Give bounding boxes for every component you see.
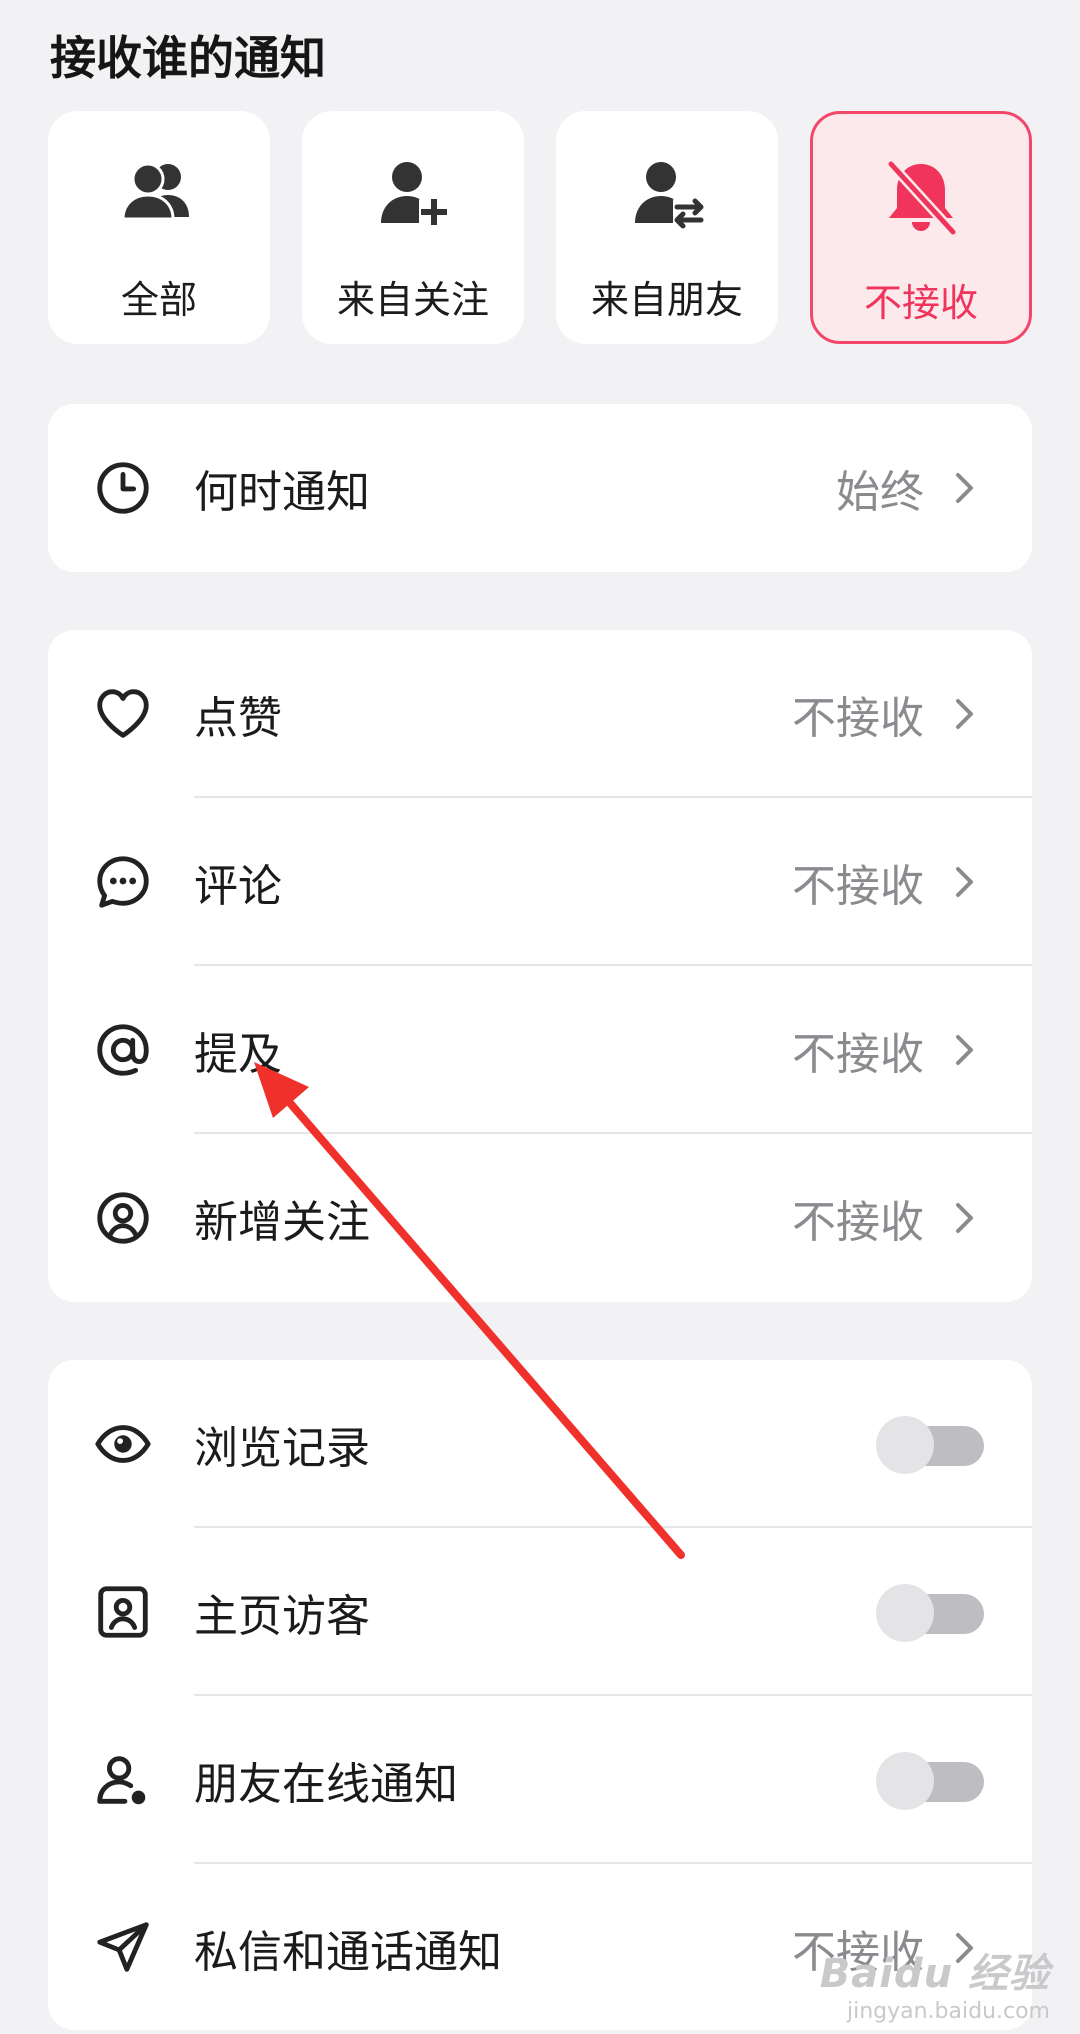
row-comments[interactable]: 评论 不接收 [48,798,1032,966]
watermark: Baidu 经验 jingyan.baidu.com [820,1941,1050,2024]
eye-icon [95,1425,151,1463]
row-label: 评论 [194,861,282,912]
row-value: 不接收 [792,693,924,744]
toggle-knob [876,1752,934,1810]
at-icon [97,1024,149,1076]
person-add-icon [381,162,449,227]
comment-icon [97,856,149,908]
option-all[interactable]: 全部 [48,111,270,344]
chevron-right-icon [956,473,973,503]
watermark-url: jingyan.baidu.com [846,1999,1050,2024]
browsing-history-toggle[interactable] [876,1414,984,1474]
row-label: 浏览记录 [194,1423,370,1474]
option-none[interactable]: 不接收 [810,111,1032,344]
row-label: 何时通知 [194,467,370,518]
row-friends-online: 朋友在线通知 [48,1696,1032,1864]
chevron-right-icon [956,867,973,897]
toggle-knob [876,1416,934,1474]
chevron-right-icon [956,699,973,729]
watermark-brand: Baidu 经验 [819,1951,1050,1997]
option-label: 不接收 [863,281,978,325]
row-browsing-history: 浏览记录 [48,1360,1032,1528]
row-value: 不接收 [792,861,924,912]
notify-types-card: 点赞 不接收 评论 不接收 提及 不接收 新增关注 不接收 [48,630,1032,1302]
row-when-notify[interactable]: 何时通知 始终 [48,404,1032,572]
row-value: 不接收 [792,1197,924,1248]
row-label: 提及 [194,1029,282,1080]
option-label: 来自朋友 [590,278,743,322]
row-label: 新增关注 [194,1197,370,1248]
group-icon [121,162,189,221]
option-friends[interactable]: 来自朋友 [556,111,778,344]
option-label: 来自关注 [336,278,489,322]
friends-online-toggle[interactable] [876,1750,984,1810]
row-likes[interactable]: 点赞 不接收 [48,630,1032,798]
privacy-card: 浏览记录 主页访客 朋友在线通知 私信和通话通知 不接收 [48,1360,1032,2030]
person-online-icon [97,1756,146,1805]
receive-from-options: 全部 来自关注 来自朋友 不接收 [48,111,1032,344]
heart-icon [97,689,149,738]
row-label: 点赞 [194,693,282,744]
row-label: 私信和通话通知 [194,1927,502,1978]
bell-off-icon [887,160,957,236]
section-title: 接收谁的通知 [50,31,326,85]
toggle-knob [876,1584,934,1642]
row-value: 始终 [836,467,924,518]
person-swap-icon [635,162,705,229]
row-value: 不接收 [792,1029,924,1080]
option-following[interactable]: 来自关注 [302,111,524,344]
send-icon [97,1922,149,1972]
option-label: 全部 [120,278,197,322]
clock-icon [97,462,149,514]
row-mentions[interactable]: 提及 不接收 [48,966,1032,1134]
when-card: 何时通知 始终 [48,404,1032,572]
row-profile-visitors: 主页访客 [48,1528,1032,1696]
profile-visitors-toggle[interactable] [876,1582,984,1642]
profile-card-icon [98,1586,148,1638]
user-circle-icon [97,1192,149,1244]
row-label: 主页访客 [194,1591,370,1642]
row-label: 朋友在线通知 [194,1759,458,1810]
chevron-right-icon [956,1035,973,1065]
chevron-right-icon [956,1203,973,1233]
row-new-followers[interactable]: 新增关注 不接收 [48,1134,1032,1302]
